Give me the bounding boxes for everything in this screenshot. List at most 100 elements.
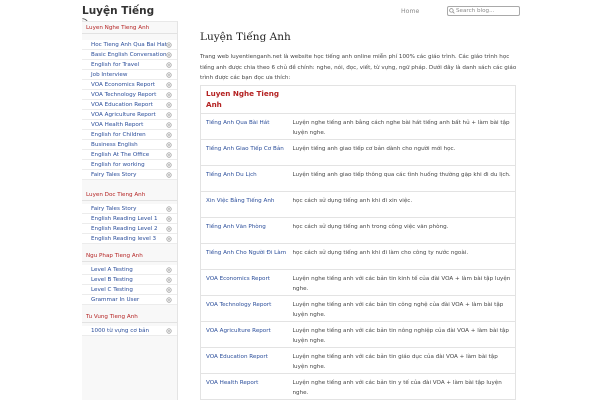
intro-paragraph: Trang web luyentienganh.net là website h…: [200, 54, 517, 81]
sidebar-item-label: VOA Education Report: [91, 102, 153, 108]
course-link[interactable]: VOA Health Report: [206, 380, 258, 386]
sidebar-item-label: Fairy Tales Story: [91, 172, 137, 178]
sidebar-item[interactable]: Basic English Conversation: [82, 50, 177, 60]
course-description: Luyện nghe tiếng anh với các bản tin giá…: [292, 347, 516, 374]
course-link[interactable]: Xin Việc Bằng Tiếng Anh: [206, 198, 274, 204]
table-row: VOA Agriculture Report Luyện nghe tiếng …: [200, 321, 516, 348]
table-row: VOA Technology Report Luyện nghe tiếng a…: [200, 295, 516, 322]
sidebar-item-label: 1000 từ vựng cơ bản: [91, 328, 150, 334]
sidebar-item-label: Basic English Conversation: [91, 52, 167, 58]
circle-bullet-icon: [166, 102, 172, 108]
course-description: Luyện nghe tiếng anh với các bản tin nôn…: [292, 321, 516, 348]
sidebar-item[interactable]: English Reading level 3: [82, 234, 177, 244]
sidebar-item-label: English for Travel: [91, 62, 140, 68]
sidebar-item[interactable]: Level B Testing: [82, 275, 177, 285]
sidebar-item[interactable]: Grammar In User: [82, 295, 177, 305]
course-link[interactable]: Tiếng Anh Giao Tiếp Cơ Bản: [206, 146, 284, 152]
table-heading: Luyen Nghe Tieng Anh: [201, 86, 293, 113]
main-content: Luyện Tiếng Anh Trang web luyentienganh.…: [196, 21, 522, 400]
sidebar: Luyen Nghe Tieng Anh Hoc Tieng Anh Qua B…: [82, 21, 178, 400]
search-icon: [449, 8, 455, 14]
sidebar-item[interactable]: English Reading Level 1: [82, 214, 177, 224]
sidebar-item[interactable]: English for Children: [82, 130, 177, 140]
course-description: học cách sử dụng tiếng anh khi đi xin vi…: [292, 191, 516, 218]
sidebar-item[interactable]: 1000 từ vựng cơ bản: [82, 326, 177, 336]
sidebar-item-label: English for working: [91, 162, 145, 168]
table-row: Tiếng Anh Du Lịch Luyện tiếng anh giao t…: [200, 165, 516, 192]
sidebar-item-label: VOA Economics Report: [91, 82, 155, 88]
table-row: VOA Health Report Luyện nghe tiếng anh v…: [200, 373, 516, 400]
course-link[interactable]: Tiếng Anh Văn Phòng: [206, 224, 266, 230]
course-description: Luyện nghe tiếng anh với các bản tin y t…: [292, 373, 516, 400]
sidebar-item[interactable]: English for Travel: [82, 60, 177, 70]
sidebar-heading-luyen-nghe: Luyen Nghe Tieng Anh: [82, 23, 177, 34]
sidebar-item[interactable]: VOA Technology Report: [82, 90, 177, 100]
sidebar-item-label: VOA Health Report: [91, 122, 144, 128]
sidebar-item[interactable]: Fairy Tales Story: [82, 204, 177, 214]
sidebar-item[interactable]: English for working: [82, 160, 177, 170]
sidebar-item-label: VOA Agriculture Report: [91, 112, 156, 118]
sidebar-item[interactable]: Hoc Tieng Anh Qua Bai Hat: [82, 40, 177, 50]
sidebar-item-label: Hoc Tieng Anh Qua Bai Hat: [91, 42, 167, 48]
course-description: Luyện nghe tiếng anh bằng cách nghe bài …: [292, 113, 516, 140]
circle-bullet-icon: [166, 72, 172, 78]
sidebar-item-label: English Reading Level 1: [91, 216, 158, 222]
sidebar-heading-luyen-doc: Luyen Doc Tieng Anh: [82, 190, 177, 201]
sidebar-item-label: Level B Testing: [91, 277, 133, 283]
course-description: Luyện tiếng anh giao tiếp thông qua các …: [292, 165, 516, 192]
circle-bullet-icon: [166, 206, 172, 212]
page-title: Luyện Tiếng Anh: [200, 31, 291, 43]
sidebar-item[interactable]: Fairy Tales Story: [82, 170, 177, 180]
table-heading-row: Luyen Nghe Tieng Anh: [200, 85, 516, 114]
circle-bullet-icon: [166, 92, 172, 98]
circle-bullet-icon: [166, 82, 172, 88]
table-row: Tiếng Anh Qua Bài Hát Luyện nghe tiếng a…: [200, 113, 516, 140]
course-description: học cách sử dụng tiếng anh khi đi làm ch…: [292, 243, 516, 270]
sidebar-item-label: Grammar In User: [91, 297, 140, 303]
table-row: Tiếng Anh Văn Phòng học cách sử dụng tiế…: [200, 217, 516, 244]
course-link[interactable]: VOA Agriculture Report: [206, 328, 271, 334]
sidebar-item-label: Fairy Tales Story: [91, 206, 137, 212]
sidebar-item[interactable]: Level C Testing: [82, 285, 177, 295]
course-link[interactable]: Tiếng Anh Du Lịch: [206, 172, 257, 178]
sidebar-item[interactable]: VOA Health Report: [82, 120, 177, 130]
sidebar-item[interactable]: English Reading Level 2: [82, 224, 177, 234]
circle-bullet-icon: [166, 216, 172, 222]
course-link[interactable]: VOA Education Report: [206, 354, 268, 360]
sidebar-item[interactable]: VOA Economics Report: [82, 80, 177, 90]
sidebar-item-label: Business English: [91, 142, 138, 148]
circle-bullet-icon: [166, 122, 172, 128]
sidebar-item-label: English for Children: [91, 132, 146, 138]
course-description: Luyện nghe tiếng anh với các bản tin côn…: [292, 295, 516, 322]
sidebar-heading-tu-vung: Tu Vung Tieng Anh: [82, 312, 177, 323]
course-link[interactable]: Tiếng Anh Qua Bài Hát: [206, 120, 269, 126]
sidebar-item-label: English Reading level 3: [91, 236, 157, 242]
course-link[interactable]: VOA Technology Report: [206, 302, 271, 308]
site-title[interactable]: Luyện Tiếng: [82, 5, 154, 17]
sidebar-item[interactable]: Job Interview: [82, 70, 177, 80]
table-row: Tiếng Anh Cho Người Đi Làm học cách sử d…: [200, 243, 516, 270]
table-row: Tiếng Anh Giao Tiếp Cơ Bản Luyện tiếng a…: [200, 139, 516, 166]
sidebar-item-label: English At The Office: [91, 152, 150, 158]
course-description: Luyện nghe tiếng anh với các bản tin kin…: [292, 269, 516, 296]
sidebar-item-label: Level C Testing: [91, 287, 133, 293]
table-heading-line: Anh: [206, 100, 222, 109]
circle-bullet-icon: [166, 172, 172, 178]
course-link[interactable]: Tiếng Anh Cho Người Đi Làm: [206, 250, 286, 256]
circle-bullet-icon: [166, 162, 172, 168]
course-link[interactable]: VOA Economics Report: [206, 276, 270, 282]
sidebar-item[interactable]: VOA Agriculture Report: [82, 110, 177, 120]
sidebar-item[interactable]: Level A Testing: [82, 265, 177, 275]
circle-bullet-icon: [166, 297, 172, 303]
circle-bullet-icon: [166, 236, 172, 242]
circle-bullet-icon: [166, 132, 172, 138]
circle-bullet-icon: [166, 226, 172, 232]
circle-bullet-icon: [166, 42, 172, 48]
sidebar-heading-ngu-phap: Ngu Phap Tieng Anh: [82, 251, 177, 262]
course-table: Luyen Nghe Tieng Anh Tiếng Anh Qua Bài Há…: [200, 85, 516, 400]
sidebar-item[interactable]: English At The Office: [82, 150, 177, 160]
search-input[interactable]: [447, 6, 520, 16]
sidebar-item[interactable]: VOA Education Report: [82, 100, 177, 110]
sidebar-item[interactable]: Business English: [82, 140, 177, 150]
nav-home-link[interactable]: Home: [401, 8, 419, 15]
